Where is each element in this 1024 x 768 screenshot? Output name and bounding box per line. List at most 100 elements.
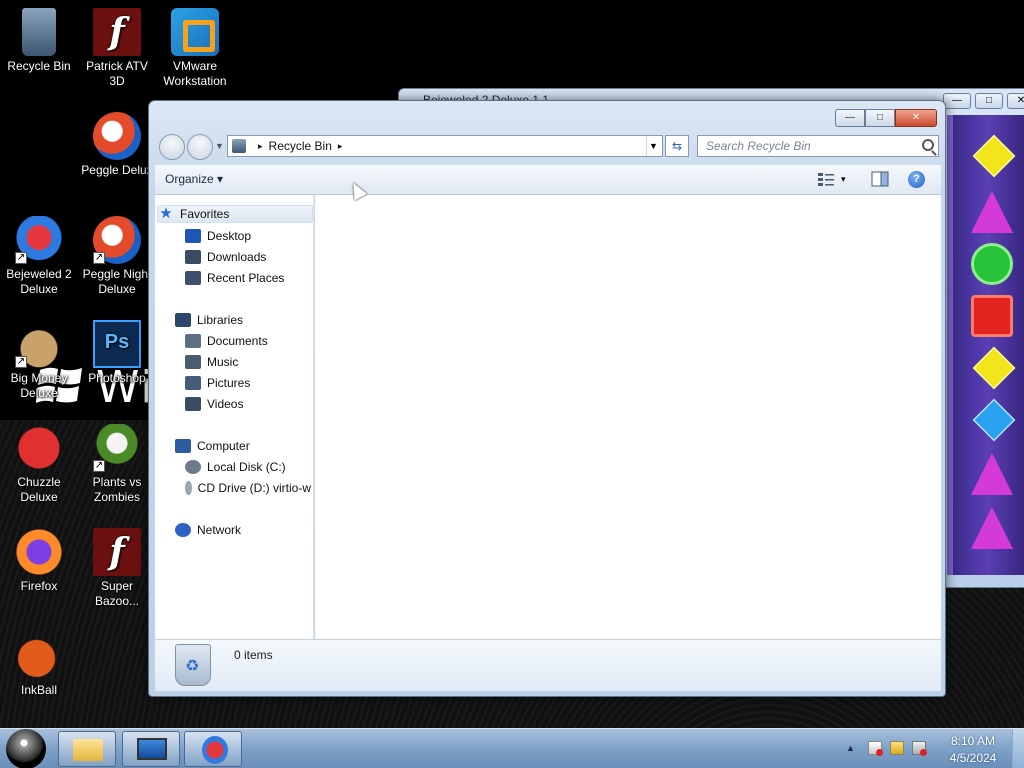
nav-label: Computer: [197, 439, 250, 453]
address-dropdown-icon[interactable]: ▼: [646, 136, 660, 156]
nav-recent-places[interactable]: Recent Places: [185, 269, 284, 287]
nav-label: Documents: [207, 334, 268, 348]
nav-network[interactable]: Network: [175, 521, 241, 539]
bejeweled-maximize-button[interactable]: □: [975, 93, 1003, 109]
nav-videos[interactable]: Videos: [185, 395, 243, 413]
bejeweled-icon: ↗: [15, 216, 63, 264]
show-desktop-button[interactable]: [1012, 729, 1024, 768]
nav-cd-drive[interactable]: CD Drive (D:) virtio-w: [185, 479, 311, 497]
desktop-icon-recycle-bin[interactable]: Recycle Bin: [0, 8, 78, 74]
purple-gem[interactable]: [971, 453, 1013, 495]
desktop-icon-bejeweled-2[interactable]: ↗ Bejeweled 2 Deluxe: [0, 216, 78, 297]
desktop-icon-label: Chuzzle Deluxe: [17, 475, 61, 504]
desktop-icon-label: Patrick ATV 3D: [86, 59, 148, 88]
plants-vs-zombies-icon: ↗: [93, 424, 141, 472]
file-list-area[interactable]: [315, 195, 941, 639]
desktop-icon-label: Plants vs Zombies: [92, 475, 142, 504]
desktop-icon-big-money[interactable]: ↗ Big Money Deluxe: [0, 320, 78, 401]
help-icon[interactable]: ?: [908, 171, 925, 188]
desktop-icon-label: InkBall: [20, 683, 58, 697]
maximize-button[interactable]: □: [865, 109, 895, 127]
taskbar-explorer-button[interactable]: [58, 731, 116, 767]
show-hidden-icons-button[interactable]: ▲: [846, 741, 860, 755]
search-input[interactable]: Search Recycle Bin: [697, 135, 939, 157]
forward-button[interactable]: [187, 134, 213, 160]
address-bar[interactable]: ▸ Recycle Bin ▸ ▼: [227, 135, 663, 157]
nav-label: Libraries: [197, 313, 244, 327]
recent-places-icon: [185, 271, 201, 285]
start-button[interactable]: [6, 729, 46, 768]
nav-pictures[interactable]: Pictures: [185, 374, 250, 392]
desktop-icon-patrick-atv[interactable]: f Patrick ATV 3D: [78, 8, 156, 89]
nav-label: Videos: [207, 397, 244, 411]
nav-desktop[interactable]: Desktop: [185, 227, 251, 245]
volume-muted-icon[interactable]: [912, 741, 927, 756]
nav-label: Pictures: [207, 376, 251, 390]
yellow-gem[interactable]: [972, 346, 1016, 390]
photoshop-icon: Ps: [93, 320, 141, 368]
recent-pages-dropdown[interactable]: ▼: [215, 141, 224, 151]
refresh-button[interactable]: ⇆: [665, 135, 689, 157]
desktop-icon-peggle-nights[interactable]: ↗ Peggle Night Deluxe: [78, 216, 156, 297]
desktop-icon-chuzzle[interactable]: Chuzzle Deluxe: [0, 424, 78, 505]
nav-computer[interactable]: Computer: [175, 437, 250, 455]
nav-label: Favorites: [180, 207, 230, 221]
recycle-bin-explorer-window[interactable]: — □ ✕ ▼ ▸ Recycle Bin ▸ ▼ ⇆ Search Recyc…: [148, 100, 946, 697]
clock-time: 8:10 AM: [950, 734, 996, 748]
purple-gem[interactable]: [971, 507, 1013, 549]
nav-libraries[interactable]: Libraries: [175, 311, 243, 329]
action-center-alert-icon[interactable]: [868, 741, 883, 756]
folder-icon: [73, 739, 103, 761]
nav-label: Desktop: [207, 229, 252, 243]
breadcrumb-recycle-bin[interactable]: Recycle Bin: [269, 139, 332, 153]
firefox-icon: [15, 528, 63, 576]
bejeweled-game-board[interactable]: [947, 115, 1024, 575]
nav-label: Recent Places: [207, 271, 285, 285]
breadcrumb-separator[interactable]: ▸: [338, 141, 343, 152]
chuzzle-icon: [15, 424, 63, 472]
view-options-icon[interactable]: [817, 171, 835, 187]
network-icon: [175, 523, 191, 537]
nav-documents[interactable]: Documents: [185, 332, 268, 350]
desktop-icon-plants-vs-zombies[interactable]: ↗ Plants vs Zombies: [78, 424, 156, 505]
green-gem[interactable]: [971, 243, 1013, 285]
desktop-icon-super-bazooka[interactable]: f Super Bazoo...: [78, 528, 156, 609]
view-dropdown-icon[interactable]: ▾: [841, 171, 859, 187]
window-controls: — □ ✕: [835, 109, 937, 127]
preview-pane-icon[interactable]: [871, 171, 889, 187]
nav-downloads[interactable]: Downloads: [185, 248, 266, 266]
blue-gem[interactable]: [972, 398, 1016, 442]
close-button[interactable]: ✕: [895, 109, 937, 127]
network-warning-icon[interactable]: [890, 741, 904, 755]
desktop-icon-vmware[interactable]: VMware Workstation: [156, 8, 234, 89]
taskbar-bejeweled-button[interactable]: [184, 731, 242, 767]
recycle-bin-icon: [232, 139, 246, 153]
nav-favorites[interactable]: ★ Favorites: [157, 205, 313, 223]
bejeweled-icon: [202, 736, 228, 764]
desktop-icon-photoshop[interactable]: Ps Photoshop: [78, 320, 156, 386]
organize-button[interactable]: Organize ▾: [165, 172, 223, 186]
bejeweled-close-button[interactable]: ✕: [1007, 93, 1024, 109]
pictures-icon: [185, 376, 201, 390]
breadcrumb-separator[interactable]: ▸: [258, 141, 263, 152]
purple-gem[interactable]: [971, 191, 1013, 233]
clock[interactable]: 8:10 AM 4/5/2024: [940, 733, 1006, 767]
desktop-icon-peggle[interactable]: Peggle Delux: [78, 112, 156, 178]
desktop-icon: [185, 229, 201, 243]
nav-local-disk[interactable]: Local Disk (C:): [185, 458, 286, 476]
desktop-icon-inkball[interactable]: InkBall: [0, 632, 78, 698]
nav-music[interactable]: Music: [185, 353, 238, 371]
flash-icon: f: [93, 8, 141, 56]
minimize-button[interactable]: —: [835, 109, 865, 127]
yellow-gem[interactable]: [972, 134, 1016, 178]
taskbar-computer-button[interactable]: [122, 731, 180, 767]
search-icon[interactable]: [922, 139, 934, 151]
libraries-icon: [175, 313, 191, 327]
back-button[interactable]: [159, 134, 185, 160]
monitor-icon: [137, 738, 167, 760]
desktop-icon-firefox[interactable]: Firefox: [0, 528, 78, 594]
red-gem[interactable]: [971, 295, 1013, 337]
navigation-pane: ★ Favorites Desktop Downloads Recent Pla…: [155, 195, 314, 639]
clock-date: 4/5/2024: [949, 751, 997, 765]
bejeweled-minimize-button[interactable]: —: [943, 93, 971, 109]
